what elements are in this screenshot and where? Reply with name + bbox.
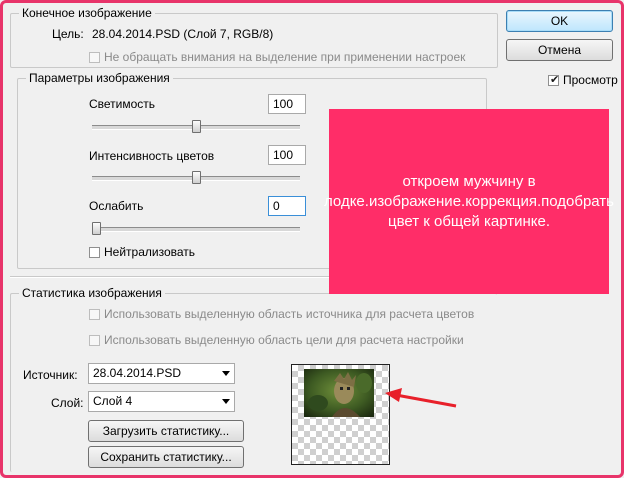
- neutralize-checkbox[interactable]: [89, 247, 100, 258]
- layer-preview-thumbnail: [291, 364, 390, 465]
- use-target-selection-checkbox[interactable]: [89, 335, 100, 346]
- luminance-input[interactable]: 100: [268, 94, 306, 114]
- load-statistics-button[interactable]: Загрузить статистику...: [88, 420, 244, 442]
- chevron-down-icon: [222, 399, 230, 404]
- source-select-value: 28.04.2014.PSD: [93, 366, 182, 380]
- checkmark-icon: ✔: [550, 74, 560, 86]
- fade-input[interactable]: 0: [268, 196, 306, 216]
- statistics-legend: Статистика изображения: [22, 286, 162, 300]
- save-statistics-button[interactable]: Сохранить статистику...: [88, 446, 244, 468]
- use-source-selection-checkbox[interactable]: [89, 309, 100, 320]
- red-arrow-icon: [385, 388, 457, 408]
- layer-select[interactable]: Слой 4: [88, 391, 235, 412]
- ignore-selection-label: Не обращать внимания на выделение при пр…: [104, 50, 466, 64]
- target-label: Цель:: [52, 27, 84, 41]
- annotation-box: откроем мужчину в лодке.изображение.корр…: [324, 109, 614, 294]
- use-source-selection-label: Использовать выделенную область источник…: [104, 307, 475, 321]
- cancel-button[interactable]: Отмена: [506, 39, 613, 61]
- color-intensity-label: Интенсивность цветов: [89, 149, 215, 163]
- preview-label: Просмотр: [563, 73, 618, 87]
- neutralize-label: Нейтрализовать: [104, 245, 196, 259]
- chevron-down-icon: [222, 371, 230, 376]
- layer-label: Слой:: [51, 396, 84, 410]
- preview-checkbox[interactable]: ✔: [548, 74, 560, 86]
- fade-slider-track[interactable]: [92, 227, 300, 232]
- color-intensity-input[interactable]: 100: [268, 145, 306, 165]
- fade-label: Ослабить: [89, 199, 144, 213]
- use-target-selection-label: Использовать выделенную область цели для…: [104, 333, 464, 347]
- source-label: Источник:: [23, 368, 78, 382]
- source-select[interactable]: 28.04.2014.PSD: [88, 363, 235, 384]
- luminance-label: Светимость: [89, 97, 156, 111]
- layer-select-value: Слой 4: [93, 394, 133, 408]
- annotation-text: откроем мужчину в лодке.изображение.корр…: [324, 172, 614, 230]
- target-value: 28.04.2014.PSD (Слой 7, RGB/8): [92, 27, 274, 41]
- target-group-legend: Конечное изображение: [22, 6, 152, 20]
- ignore-selection-checkbox[interactable]: [89, 52, 100, 63]
- preview-image: [304, 369, 374, 417]
- image-options-legend: Параметры изображения: [29, 71, 170, 85]
- luminance-slider-thumb[interactable]: [191, 120, 201, 133]
- fade-slider-thumb[interactable]: [92, 222, 101, 235]
- ok-button[interactable]: OK: [506, 10, 613, 32]
- color-intensity-slider-thumb[interactable]: [191, 171, 201, 184]
